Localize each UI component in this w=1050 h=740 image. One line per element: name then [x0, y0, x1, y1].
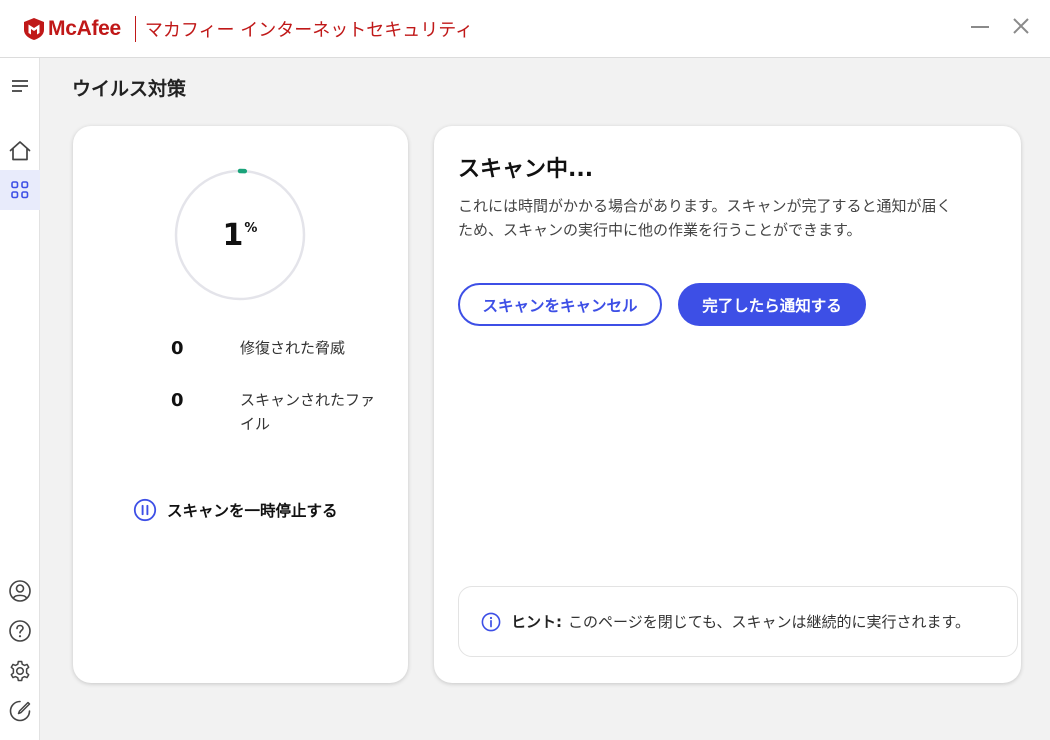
pause-scan-label: スキャンを一時停止する	[167, 502, 338, 520]
sidebar-item-apps[interactable]	[0, 170, 40, 210]
brand-divider	[134, 16, 136, 42]
hint-label: ヒント:	[511, 613, 562, 631]
pause-circle-icon	[133, 498, 157, 522]
notify-when-done-button[interactable]: 完了したら通知する	[678, 283, 866, 326]
hamburger-menu-icon	[12, 80, 28, 92]
sidebar	[0, 58, 40, 740]
sidebar-item-home[interactable]	[0, 131, 40, 171]
scan-description: これには時間がかかる場合があります。スキャンが完了すると通知が届くため、スキャン…	[458, 197, 952, 239]
info-icon	[481, 612, 501, 631]
sidebar-item-settings[interactable]	[0, 651, 40, 691]
user-icon	[9, 580, 31, 602]
brand-logo: McAfee マカフィー インターネットセキュリティ	[24, 16, 473, 42]
edit-icon	[9, 700, 31, 722]
product-name: マカフィー インターネットセキュリティ	[144, 20, 474, 41]
hint-box: ヒント: このページを閉じても、スキャンは継続的に実行されます。	[458, 586, 1018, 657]
home-icon	[9, 141, 31, 161]
close-button[interactable]	[1007, 12, 1035, 40]
title-bar: McAfee マカフィー インターネットセキュリティ	[0, 0, 1050, 58]
scan-title: スキャン中...	[458, 157, 594, 182]
progress-value: 1	[222, 217, 244, 253]
pause-scan-button[interactable]: スキャンを一時停止する	[133, 498, 338, 522]
stat-value: 0	[171, 338, 184, 359]
sidebar-item-help[interactable]	[0, 611, 40, 651]
cancel-scan-button[interactable]: スキャンをキャンセル	[458, 283, 662, 326]
stat-label: 修復された脅威	[240, 339, 346, 357]
scan-info-card: スキャン中... これには時間がかかる場合があります。スキャンが完了すると通知が…	[434, 126, 1021, 683]
minimize-icon	[971, 26, 989, 28]
close-icon	[1013, 18, 1029, 34]
mcafee-shield-icon	[24, 18, 44, 40]
scan-progress-card: 1 % 0 修復された脅威 0 スキャンされたファイル スキャンを一時停止する	[73, 126, 408, 683]
help-icon	[9, 620, 31, 642]
hint-text: このページを閉じても、スキャンは継続的に実行されます。	[568, 613, 971, 631]
minimize-button[interactable]	[966, 12, 994, 40]
progress-unit: %	[244, 220, 258, 236]
sidebar-item-account[interactable]	[0, 571, 40, 611]
grid-icon	[11, 181, 29, 199]
stat-value: 0	[171, 390, 184, 411]
sidebar-item-feedback[interactable]	[0, 691, 40, 731]
gear-icon	[10, 660, 30, 682]
stat-label: スキャンされたファイル	[240, 391, 376, 433]
sidebar-menu-button[interactable]	[0, 66, 40, 106]
brand-name: McAfee	[48, 17, 121, 40]
progress-readout: 1 %	[173, 168, 307, 302]
page-title: ウイルス対策	[72, 78, 187, 100]
